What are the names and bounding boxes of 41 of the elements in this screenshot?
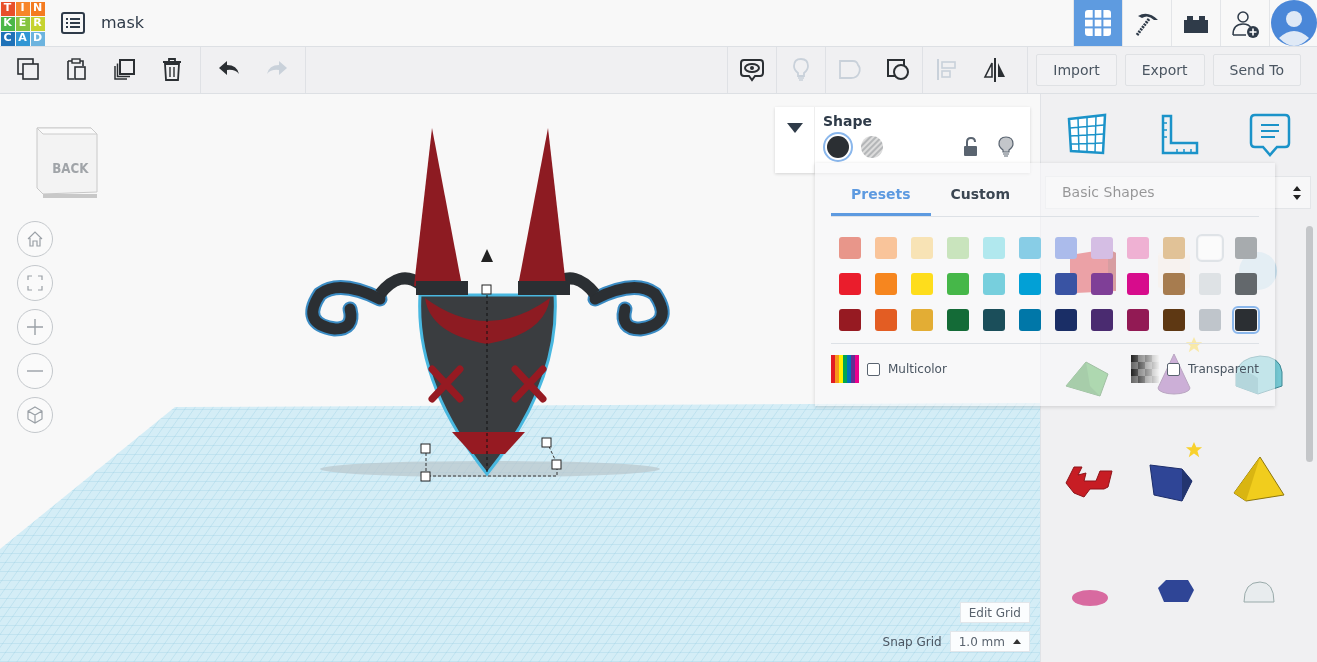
note-icon[interactable] <box>1249 112 1293 157</box>
fit-view-icon <box>25 273 45 293</box>
checkerboard-icon <box>1130 355 1159 383</box>
perspective-button[interactable] <box>17 397 53 433</box>
option-label[interactable]: Multicolor <box>888 360 947 378</box>
home-icon <box>25 229 45 249</box>
snap-grid-label: Snap Grid <box>882 633 942 651</box>
toolbar-button[interactable]: Import <box>1036 54 1117 86</box>
option-label[interactable]: Transparent <box>1187 360 1259 378</box>
tinkercad-logo[interactable]: T I N K E R C A D <box>0 1 45 46</box>
sort-caret-icon <box>1292 184 1302 201</box>
shape-panel-title: Shape <box>823 112 873 131</box>
add-user-icon <box>1230 8 1260 38</box>
toolbar-button[interactable]: Send To <box>1212 54 1301 86</box>
copy-icon <box>15 57 41 83</box>
light-bulb-icon[interactable] <box>998 136 1014 158</box>
mask-model-drawing[interactable] <box>305 128 670 482</box>
zoom-out-button[interactable] <box>17 353 53 389</box>
scrollbar[interactable] <box>1306 226 1313 462</box>
zoom-in-icon <box>25 317 45 337</box>
solid-mode-toggle[interactable] <box>823 132 853 162</box>
grid-icon <box>1083 8 1113 38</box>
design-title[interactable]: mask <box>101 11 144 35</box>
workplane-icon[interactable] <box>1065 112 1109 157</box>
edit-grid-button[interactable]: Edit Grid <box>959 602 1030 623</box>
star-icon <box>1185 336 1203 354</box>
color-tab[interactable]: Custom <box>930 175 1030 216</box>
rainbow-icon <box>831 355 859 383</box>
snap-grid-dropdown[interactable]: 1.0 mm <box>949 631 1030 652</box>
star-icon <box>1185 441 1203 459</box>
caret-icon <box>1013 639 1021 644</box>
menu-icon[interactable] <box>61 12 85 34</box>
zoom-in-button[interactable] <box>17 309 53 345</box>
toolbar-button[interactable]: Export <box>1124 54 1205 86</box>
collapse-caret-icon[interactable] <box>786 123 803 133</box>
view-cube-label: BACK <box>52 159 89 178</box>
note-eye-icon <box>739 57 766 83</box>
cube-icon <box>25 405 45 425</box>
ungroup-icon <box>885 57 912 83</box>
unlocked-icon[interactable] <box>962 137 980 157</box>
duplicate-icon <box>111 57 137 83</box>
